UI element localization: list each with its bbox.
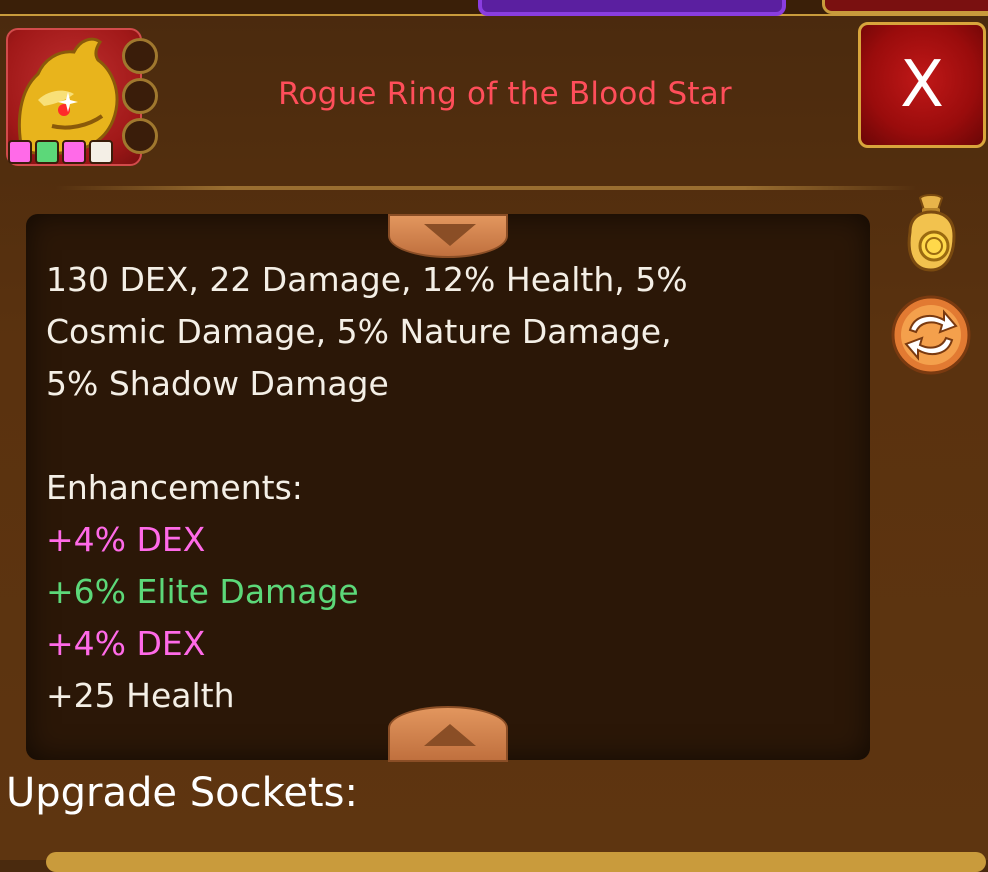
- quality-dot: [35, 140, 59, 164]
- divider: [56, 186, 916, 190]
- bottom-frame: [46, 852, 986, 872]
- gold-coin-bag-icon[interactable]: [898, 192, 964, 274]
- gem-slot-1[interactable]: [122, 38, 158, 74]
- quality-dot: [62, 140, 86, 164]
- scroll-up-button[interactable]: [388, 214, 508, 258]
- stats-line: 5% Shadow Damage: [46, 364, 389, 403]
- scroll-down-button[interactable]: [388, 706, 508, 762]
- triangle-up-icon: [424, 724, 476, 746]
- enhancement-item: +6% Elite Damage: [46, 572, 359, 611]
- item-title: Rogue Ring of the Blood Star: [278, 76, 732, 112]
- quality-dot: [89, 140, 113, 164]
- triangle-down-icon: [424, 224, 476, 246]
- top-tab-purple[interactable]: [478, 0, 786, 16]
- gem-slot-3[interactable]: [122, 118, 158, 154]
- item-description: 130 DEX, 22 Damage, 12% Health, 5% Cosmi…: [46, 254, 836, 722]
- stats-line: Cosmic Damage, 5% Nature Damage,: [46, 312, 672, 351]
- quality-dot: [8, 140, 32, 164]
- swap-arrows-icon[interactable]: [890, 294, 972, 376]
- close-button[interactable]: X: [858, 22, 986, 148]
- stats-line: 130 DEX, 22 Damage, 12% Health, 5%: [46, 260, 688, 299]
- enhancement-item: +4% DEX: [46, 520, 206, 559]
- quality-indicators: [8, 140, 113, 164]
- enhancements-header: Enhancements:: [46, 468, 303, 507]
- top-tab-red[interactable]: [822, 0, 988, 14]
- upgrade-sockets-label: Upgrade Sockets:: [6, 770, 358, 816]
- enhancement-item: +4% DEX: [46, 624, 206, 663]
